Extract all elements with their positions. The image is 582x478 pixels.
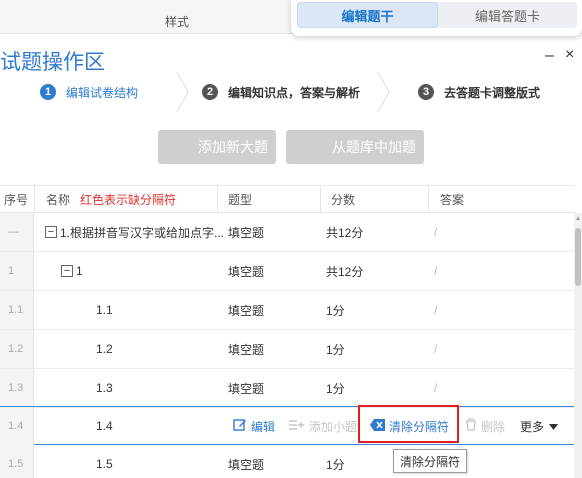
table-header: 序号 名称 红色表示缺分隔符 题型 分数 答案 — [0, 185, 575, 213]
row-name: 1.5 — [96, 457, 113, 471]
row-seq: 1 — [0, 252, 34, 290]
row-seq: 1.4 — [0, 407, 34, 445]
add-section-button[interactable]: 添加新大题 — [158, 130, 276, 164]
collapse-icon[interactable]: − — [61, 265, 73, 277]
column-divider — [34, 186, 35, 213]
collapse-icon[interactable]: − — [45, 226, 57, 238]
row-type: 填空题 — [228, 342, 265, 357]
column-divider — [428, 186, 429, 213]
header-name-label: 名称 — [46, 193, 71, 207]
row-type: 填空题 — [228, 225, 265, 240]
header-type: 题型 — [228, 193, 253, 207]
delete-label: 删除 — [481, 419, 506, 434]
scroll-up-arrow-icon[interactable]: ▲ — [574, 214, 582, 224]
column-divider — [217, 186, 218, 213]
step-label: 去答题卡调整版式 — [444, 85, 541, 100]
step-number: 3 — [418, 84, 434, 100]
row-seq: 1.5 — [0, 445, 34, 478]
more-dropdown[interactable]: 更多 — [520, 407, 559, 445]
row-seq: — — [0, 213, 34, 251]
row-score: 1分 — [326, 381, 345, 396]
mode-switcher-track: 编辑题干 编辑答题卡 — [297, 2, 577, 28]
step-indicator: 1 编辑试卷结构 2 编辑知识点，答案与解析 3 去答题卡调整版式 — [0, 72, 582, 112]
step-label: 编辑试卷结构 — [66, 85, 139, 100]
trash-icon — [465, 418, 477, 434]
row-name-text: 1.根据拼音写汉字或给加点字... — [60, 225, 225, 240]
row-name-text: 1 — [76, 264, 83, 278]
header-answer: 答案 — [440, 193, 465, 207]
scrollbar-thumb[interactable] — [575, 228, 581, 286]
column-divider — [320, 186, 321, 213]
edit-label: 编辑 — [251, 419, 276, 434]
row-answer: / — [434, 264, 438, 278]
table-row-selected[interactable]: 1.4 1.4 编辑 添加小题 清除分隔符 删除 更多 — [0, 406, 575, 445]
row-type: 填空题 — [228, 381, 265, 396]
tooltip: 清除分隔符 — [393, 449, 467, 473]
row-name: − 1.根据拼音写汉字或给加点字... — [45, 213, 224, 251]
add-list-icon — [289, 419, 305, 434]
row-answer: / — [434, 381, 438, 395]
row-seq: 1.1 — [0, 291, 34, 329]
step-adjust-layout[interactable]: 3 去答题卡调整版式 — [418, 72, 540, 112]
row-name: − 1 — [61, 252, 83, 290]
add-sub-question-label: 添加小题 — [309, 419, 358, 434]
row-score: 共12分 — [326, 225, 364, 240]
table-row[interactable]: — − 1.根据拼音写汉字或给加点字... 填空题 共12分 / — [0, 213, 575, 252]
header-name-hint: 红色表示缺分隔符 — [80, 193, 177, 207]
style-label: 样式 — [165, 15, 190, 29]
step-chevron-icon — [377, 72, 390, 112]
row-score: 1分 — [326, 342, 345, 357]
table-row[interactable]: 1.3 1.3 填空题 1分 / — [0, 369, 575, 408]
delete-button[interactable]: 删除 — [465, 407, 505, 445]
add-sub-question-button[interactable]: 添加小题 — [289, 407, 357, 445]
row-score: 共12分 — [326, 264, 364, 279]
tab-edit-answer-card[interactable]: 编辑答题卡 — [438, 2, 577, 28]
table-row[interactable]: 1.2 1.2 填空题 1分 / — [0, 330, 575, 369]
row-name: 1.2 — [96, 342, 113, 356]
caret-down-icon — [549, 419, 559, 433]
row-seq: 1.3 — [0, 369, 34, 407]
more-label: 更多 — [520, 419, 545, 434]
step-label: 编辑知识点，答案与解析 — [228, 85, 361, 100]
step-chevron-icon — [176, 72, 189, 112]
row-name: 1.4 — [96, 419, 113, 433]
tab-edit-stem[interactable]: 编辑题干 — [297, 2, 438, 28]
edit-button[interactable]: 编辑 — [233, 407, 275, 445]
step-edit-structure[interactable]: 1 编辑试卷结构 — [40, 72, 138, 112]
row-answer: / — [434, 225, 438, 239]
edit-icon — [233, 418, 247, 435]
step-number: 2 — [202, 84, 218, 100]
row-name: 1.1 — [96, 303, 113, 317]
header-name: 名称 红色表示缺分隔符 — [46, 186, 176, 213]
row-type: 填空题 — [228, 457, 265, 472]
header-score: 分数 — [331, 193, 356, 207]
add-from-bank-button[interactable]: 从题库中加题 — [286, 130, 424, 164]
row-seq: 1.2 — [0, 330, 34, 368]
row-type: 填空题 — [228, 264, 265, 279]
row-answer: / — [434, 303, 438, 317]
close-icon[interactable]: × — [565, 46, 574, 64]
row-type: 填空题 — [228, 303, 265, 318]
step-number: 1 — [40, 84, 56, 100]
table-row[interactable]: 1.5 1.5 填空题 1分 — [0, 445, 575, 478]
table-row[interactable]: 1 − 1 填空题 共12分 / — [0, 252, 575, 291]
row-name: 1.3 — [96, 381, 113, 395]
minimize-icon[interactable]: – — [545, 47, 554, 65]
header-seq: 序号 — [4, 193, 29, 207]
highlight-box — [358, 405, 459, 443]
row-answer: / — [434, 342, 438, 356]
step-edit-knowledge[interactable]: 2 编辑知识点，答案与解析 — [202, 72, 360, 112]
row-score: 1分 — [326, 303, 345, 318]
mode-switcher: 编辑题干 编辑答题卡 — [291, 0, 582, 36]
table-row[interactable]: 1.1 1.1 填空题 1分 / — [0, 291, 575, 330]
row-score: 1分 — [326, 457, 345, 472]
